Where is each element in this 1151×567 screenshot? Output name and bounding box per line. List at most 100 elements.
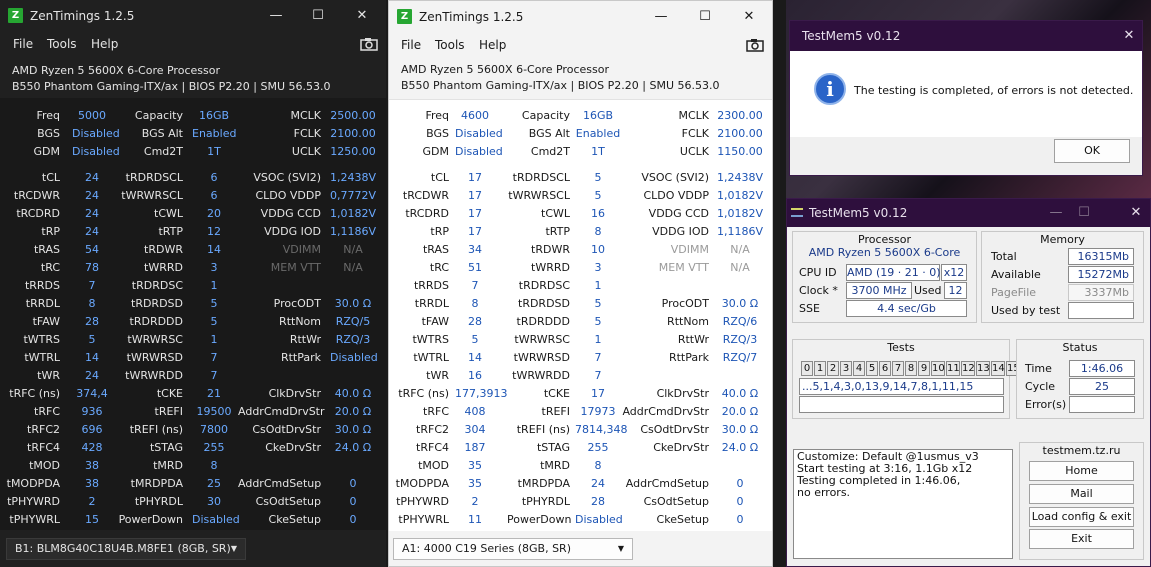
bgs-alt-label: BGS Alt	[141, 127, 183, 140]
timing-row: tMOD 35 tMRD 8	[389, 457, 772, 475]
time-label: Time	[1025, 362, 1052, 375]
test-number-cell: 14	[991, 361, 1005, 376]
trefi-ns-value: 7800	[200, 423, 228, 436]
addrcmdsetup-label: AddrCmdSetup	[625, 477, 709, 490]
csodtdrvstr-label: CsOdtDrvStr	[640, 423, 709, 436]
trdwr-value: 14	[207, 243, 221, 256]
close-button[interactable]: ✕	[1116, 24, 1142, 48]
title-bar[interactable]: Z ZenTimings 1.2.5 — ☐ ✕	[0, 0, 386, 32]
test-number-cell: 10	[931, 361, 945, 376]
trdrdsd-label: tRDRDSD	[518, 297, 570, 310]
timing-row: tRFC (ns) 374,4 tCKE 21 ClkDrvStr 40.0 Ω	[0, 385, 386, 403]
timing-row: tRP 17 tRTP 8 VDDG IOD 1,1186V	[389, 223, 772, 241]
dialog-title-bar[interactable]: TestMem5 v0.12 ✕	[790, 21, 1142, 51]
trefi-ns-value: 7814,348	[575, 423, 628, 436]
maximize-button[interactable]: ☐	[685, 5, 725, 29]
ok-button[interactable]: OK	[1054, 139, 1130, 163]
exit-button[interactable]: Exit	[1029, 529, 1134, 549]
gdm-value: Disabled	[72, 145, 120, 158]
twtrl-label: tWTRL	[24, 351, 60, 364]
trdrdscl-label: tRDRDSCL	[125, 171, 183, 184]
maximize-button[interactable]: ☐	[1069, 201, 1099, 225]
load-config-exit-button[interactable]: Load config & exit	[1029, 507, 1134, 527]
title-bar[interactable]: Z ZenTimings 1.2.5 — ☐ ✕	[389, 1, 772, 33]
dialog-message: The testing is completed, of errors is n…	[854, 84, 1134, 97]
home-button[interactable]: Home	[1029, 461, 1134, 481]
bgs-label: BGS	[426, 127, 449, 140]
used-by-test-value	[1068, 302, 1134, 319]
board-info: B550 Phantom Gaming-ITX/ax | BIOS P2.20 …	[12, 80, 331, 93]
procodt-label: ProcODT	[273, 297, 321, 310]
menu-file[interactable]: File	[13, 37, 33, 51]
cpu-name: AMD Ryzen 5 5600X 6-Core Processor	[401, 63, 609, 76]
trefi-ns-label: tREFI (ns)	[516, 423, 570, 436]
freq-value: 5000	[78, 109, 106, 122]
minimize-button[interactable]: —	[641, 5, 681, 29]
freq-value: 4600	[461, 109, 489, 122]
vdimm-value: N/A	[343, 243, 363, 256]
menu-help[interactable]: Help	[91, 37, 118, 51]
site-label: testmem.tz.ru	[1042, 444, 1121, 457]
maximize-button[interactable]: ☐	[298, 4, 338, 28]
csodtsetup-label: CsOdtSetup	[643, 495, 709, 508]
menu-tools[interactable]: Tools	[47, 37, 77, 51]
dialog-title: TestMem5 v0.12	[802, 29, 901, 43]
dimm-select[interactable]: A1: 4000 C19 Series (8GB, SR) ▼	[393, 538, 633, 560]
tfaw-label: tFAW	[421, 315, 449, 328]
dimm-select[interactable]: B1: BLM8G40C18U4B.M8FE1 (8GB, SR) ▼	[6, 538, 246, 560]
trefi-label: tREFI	[154, 405, 183, 418]
mem-vtt-value: N/A	[730, 261, 750, 274]
memory-group-title: Memory	[1040, 233, 1085, 246]
trdrddd-label: tRDRDDD	[516, 315, 570, 328]
menu-file[interactable]: File	[401, 38, 421, 52]
trfc-label: tRFC	[34, 405, 60, 418]
zentimings-window-light: Z ZenTimings 1.2.5 — ☐ ✕ File Tools Help…	[388, 0, 773, 567]
used-value: 12	[944, 282, 967, 299]
timing-row: tWTRL 14 tWRWRSD 7 RttPark RZQ/7	[389, 349, 772, 367]
trfc4-value: 187	[464, 441, 486, 454]
mail-button[interactable]: Mail	[1029, 484, 1134, 504]
capacity-label: Capacity	[134, 109, 183, 122]
log-output[interactable]: Customize: Default @1usmus_v3 Start test…	[793, 449, 1013, 559]
info-row: Freq 4600 Capacity 16GB MCLK 2300.00	[389, 107, 772, 125]
chevron-down-icon: ▼	[230, 544, 237, 553]
timing-row: tRAS 54 tRDWR 14 VDIMM N/A	[0, 241, 386, 259]
title-bar[interactable]: TestMem5 v0.12 — ☐ ✕	[787, 199, 1150, 227]
timing-row: tRFC4 428 tSTAG 255 CkeDrvStr 24.0 Ω	[0, 439, 386, 457]
rttnom-value: RZQ/6	[722, 315, 758, 328]
timing-row: tWR 16 tWRWRDD 7	[389, 367, 772, 385]
trefi-value: 17973	[580, 405, 616, 418]
tphywrl-value: 15	[85, 513, 99, 526]
menu-help[interactable]: Help	[479, 38, 506, 52]
close-button[interactable]: ✕	[729, 5, 769, 29]
testmem-dialog: TestMem5 v0.12 ✕ i The testing is comple…	[789, 20, 1143, 176]
gdm-value: Disabled	[455, 145, 503, 158]
timing-row: tRP 24 tRTP 12 VDDG IOD 1,1186V	[0, 223, 386, 241]
timing-row: tRRDL 8 tRDRDSD 5 ProcODT 30.0 Ω	[0, 295, 386, 313]
tcl-value: 17	[468, 171, 482, 184]
cpu-name: AMD Ryzen 5 5600X 6-Core	[808, 246, 961, 259]
minimize-button[interactable]: —	[256, 4, 296, 28]
csodtdrvstr-value: 30.0 Ω	[721, 423, 759, 436]
trfc2-label: tRFC2	[27, 423, 60, 436]
screenshot-camera-icon[interactable]	[360, 37, 378, 51]
tfaw-value: 28	[468, 315, 482, 328]
time-value: 1:46.06	[1069, 360, 1135, 377]
screenshot-camera-icon[interactable]	[746, 38, 764, 52]
bgs-value: Disabled	[72, 127, 120, 140]
vdimm-label: VDIMM	[670, 243, 709, 256]
timings-panel: Freq 5000 Capacity 16GB MCLK 2500.00 BGS Disabl…	[0, 98, 386, 567]
close-button[interactable]: ✕	[342, 4, 382, 28]
menu-tools[interactable]: Tools	[435, 38, 465, 52]
tras-value: 54	[85, 243, 99, 256]
trrdl-value: 8	[88, 297, 96, 310]
close-button[interactable]: ✕	[1121, 201, 1150, 225]
clkdrvstr-value: 40.0 Ω	[721, 387, 759, 400]
timing-row: tRRDS 7 tRDRDSC 1	[389, 277, 772, 295]
test-number-cell: 8	[905, 361, 917, 376]
tmrdpda-label: tMRDPDA	[517, 477, 570, 490]
ckedrvstr-value: 24.0 Ω	[334, 441, 372, 454]
log-line: no errors.	[797, 486, 851, 499]
trp-value: 24	[85, 225, 99, 238]
minimize-button[interactable]: —	[1041, 201, 1071, 225]
